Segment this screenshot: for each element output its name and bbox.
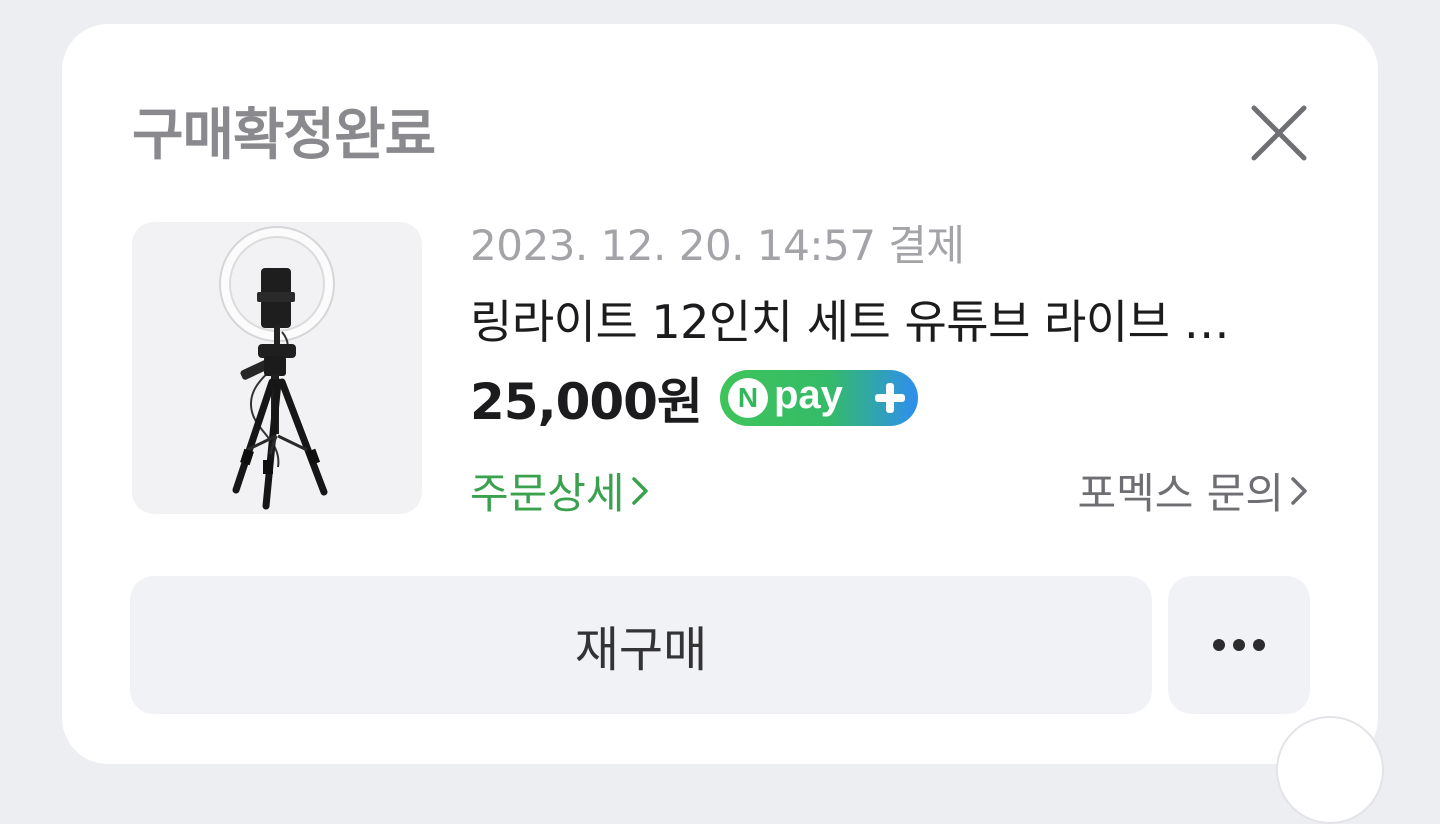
product-thumbnail[interactable] <box>132 222 422 514</box>
price-row: 25,000원 N pay <box>470 366 918 431</box>
chevron-right-icon <box>1288 474 1310 508</box>
npay-n-logo: N <box>727 378 768 418</box>
plus-icon <box>872 380 908 416</box>
price: 25,000원 <box>470 373 703 431</box>
close-button[interactable] <box>1244 98 1314 168</box>
floating-button[interactable] <box>1276 716 1384 824</box>
order-detail-link[interactable]: 주문상세 <box>470 460 651 521</box>
ring-light-tripod-image <box>219 226 335 510</box>
rebuy-label: 재구매 <box>574 622 708 678</box>
payment-date: 2023. 12. 20. 14:57 결제 <box>470 221 965 270</box>
seller-inquiry-label: 포멕스 문의 <box>1077 469 1284 518</box>
more-button[interactable] <box>1168 576 1310 714</box>
order-detail-label: 주문상세 <box>470 469 625 518</box>
seller-inquiry-link[interactable]: 포멕스 문의 <box>1077 460 1310 521</box>
modal-title: 구매확정완료 <box>132 103 436 168</box>
chevron-right-icon <box>629 474 651 508</box>
npay-plus-badge: N pay <box>719 370 918 426</box>
rebuy-button[interactable]: 재구매 <box>130 576 1152 714</box>
purchase-confirmed-card: 구매확정완료 2023. 12. 20. 14:57 결제 링라이트 12인치 … <box>62 24 1378 764</box>
close-icon <box>1251 105 1307 161</box>
product-name[interactable]: 링라이트 12인치 세트 유튜브 라이브 … <box>470 286 1310 352</box>
more-dots-icon <box>1213 639 1265 651</box>
npay-label: pay <box>773 373 843 417</box>
